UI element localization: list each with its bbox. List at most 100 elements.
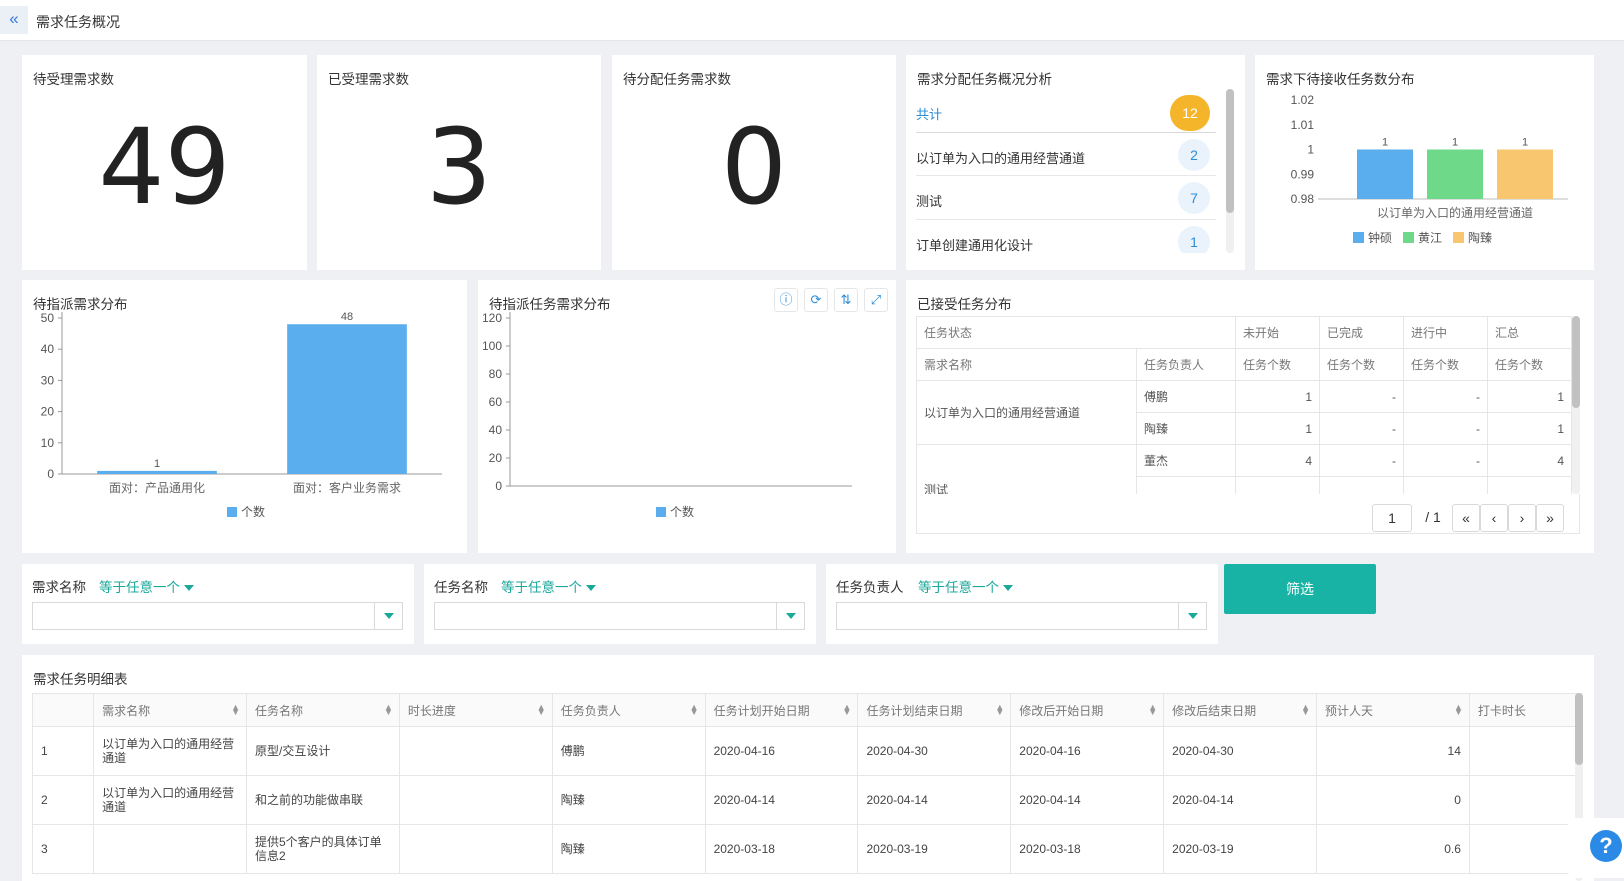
chevron-down-icon[interactable]	[1178, 603, 1206, 629]
filter-select[interactable]	[836, 602, 1207, 630]
kpi-value: 49	[98, 106, 231, 228]
pivot-count-header: 任务个数	[1487, 348, 1572, 381]
legend-swatch	[227, 507, 237, 517]
table-cell: 2020-04-14	[857, 775, 1012, 825]
fullscreen-icon[interactable]: ⤢	[864, 288, 888, 312]
chevron-down-icon[interactable]	[776, 603, 804, 629]
pivot-count-header: 任务个数	[1319, 348, 1404, 381]
table-cell: 和之前的功能做串联	[246, 775, 400, 825]
column-header[interactable]: 修改后开始日期 ▲ ▼	[1010, 693, 1165, 727]
sort-icon[interactable]: ▲ ▼	[231, 703, 240, 717]
filter-operator-dropdown[interactable]: 等于任意一个	[99, 576, 194, 596]
column-header[interactable]: 时长进度 ▲ ▼	[398, 693, 553, 727]
count-badge: 2	[1178, 138, 1210, 171]
sort-icon[interactable]: ▲ ▼	[843, 703, 852, 717]
column-header[interactable]: 需求名称 ▲ ▼	[93, 693, 247, 727]
table-row[interactable]: 2 以订单为入口的通用经营通道 和之前的功能做串联 陶臻 2020-04-14 2020-…	[31, 775, 1583, 825]
filter-select[interactable]	[434, 602, 805, 630]
sort-icon[interactable]: ⇅	[834, 288, 858, 312]
column-header[interactable]: 打卡时长	[1468, 693, 1583, 727]
bar	[97, 470, 217, 474]
list-item[interactable]: 测试 7	[916, 176, 1216, 220]
bar	[287, 324, 407, 474]
next-page-icon[interactable]: ›	[1508, 504, 1536, 532]
column-header[interactable]: 任务计划结束日期 ▲ ▼	[857, 693, 1012, 727]
kpi-value: 0	[720, 106, 788, 228]
caret-down-icon	[586, 585, 596, 592]
filter-label: 任务负责人	[836, 580, 904, 595]
caret-down-icon	[1003, 585, 1013, 592]
table-cell: 2020-04-16	[704, 726, 859, 776]
filter-button[interactable]: 筛选	[1224, 564, 1376, 614]
refresh-icon[interactable]: ⟳	[804, 288, 828, 312]
table-cell: 以订单为入口的通用经营通道	[93, 775, 247, 825]
count-badge: 7	[1178, 182, 1210, 214]
list-item-label: 测试	[916, 194, 943, 209]
table-cell: 2020-04-14	[704, 775, 859, 825]
accepted-dist-card: 已接受任务分布 任务状态 未开始 已完成 进行中 汇总 需求名称 任务负责人 任…	[906, 280, 1594, 553]
data-label: 1	[154, 458, 160, 470]
y-tick-label: 0	[47, 467, 54, 481]
y-tick-label: 0.98	[1291, 192, 1315, 206]
filter-operator-dropdown[interactable]: 等于任意一个	[501, 576, 596, 596]
chevron-down-icon[interactable]	[374, 603, 402, 629]
filter-operator-dropdown[interactable]: 等于任意一个	[918, 576, 1013, 596]
y-tick-label: 20	[489, 451, 503, 465]
prev-page-icon[interactable]: ‹	[1480, 504, 1508, 532]
table-cell: 3	[31, 824, 95, 874]
filter-select[interactable]	[32, 602, 403, 630]
filter-label: 需求名称	[32, 580, 86, 595]
y-tick-label: 0	[495, 479, 502, 493]
table-row[interactable]: 3 提供5个客户的具体订单信息2 陶臻 2020-03-18 2020-03-19 202…	[31, 824, 1583, 874]
collapse-sidebar-icon[interactable]: «	[0, 6, 28, 34]
list-scrollbar[interactable]	[1226, 89, 1234, 253]
sort-icon[interactable]: ▲ ▼	[1148, 703, 1157, 717]
page-total: / 1	[1425, 509, 1441, 525]
column-header[interactable]: 任务负责人 ▲ ▼	[551, 693, 706, 727]
table-cell: 傅鹏	[551, 726, 706, 776]
legend-label: 黄江	[1418, 231, 1442, 245]
last-page-icon[interactable]: »	[1536, 504, 1564, 532]
sort-icon[interactable]: ▲ ▼	[995, 703, 1004, 717]
pivot-value-cell: -	[1319, 380, 1404, 413]
column-header[interactable]: 任务计划开始日期 ▲ ▼	[704, 693, 859, 727]
page-number-input[interactable]: 1	[1372, 504, 1412, 532]
kpi-value: 3	[425, 106, 493, 228]
help-button[interactable]: ?	[1568, 818, 1624, 878]
table-cell	[398, 775, 553, 825]
table-cell: 原型/交互设计	[246, 726, 400, 776]
legend-label: 个数	[241, 504, 265, 519]
list-item-total[interactable]: 共计 12	[916, 89, 1216, 133]
column-header[interactable]: 预计人天 ▲ ▼	[1316, 693, 1470, 727]
pivot-value-cell: 1	[1235, 412, 1320, 445]
list-item[interactable]: 以订单为入口的通用经营通道 2	[916, 133, 1216, 176]
y-tick-label: 20	[41, 405, 55, 419]
sort-icon[interactable]: ▲ ▼	[384, 703, 393, 717]
sort-icon[interactable]: ▲ ▼	[1454, 703, 1463, 717]
y-tick-label: 0.99	[1291, 167, 1315, 181]
table-row[interactable]: 1 以订单为入口的通用经营通道 原型/交互设计 傅鹏 2020-04-16 2020-04…	[31, 726, 1583, 776]
table-cell	[1468, 726, 1583, 776]
count-badge: 12	[1170, 95, 1210, 131]
legend-swatch	[1353, 232, 1364, 243]
y-tick-label: 80	[489, 367, 503, 381]
list-item[interactable]: 订单创建通用化设计 1	[916, 220, 1216, 253]
table-cell: 2020-03-18	[704, 824, 859, 874]
column-header[interactable]: 修改后结束日期 ▲ ▼	[1163, 693, 1318, 727]
pivot-scrollbar[interactable]	[1572, 316, 1580, 494]
sort-icon[interactable]: ▲ ▼	[1301, 703, 1310, 717]
list-item-label: 订单创建通用化设计	[916, 237, 1034, 253]
column-header[interactable]: 任务名称 ▲ ▼	[246, 693, 400, 727]
pivot-value-cell: 4	[1487, 444, 1572, 477]
table-cell: 2	[31, 775, 95, 825]
y-tick-label: 1	[1307, 143, 1314, 157]
info-icon[interactable]: ⓘ	[774, 288, 798, 312]
page-title: 需求任务概况	[36, 14, 120, 30]
table-cell: 2020-04-14	[1010, 775, 1165, 825]
sort-icon[interactable]: ▲ ▼	[690, 703, 699, 717]
y-tick-label: 100	[482, 339, 502, 353]
table-cell: 2020-04-16	[1010, 726, 1165, 776]
y-tick-label: 50	[41, 311, 55, 325]
first-page-icon[interactable]: «	[1452, 504, 1480, 532]
sort-icon[interactable]: ▲ ▼	[537, 703, 546, 717]
